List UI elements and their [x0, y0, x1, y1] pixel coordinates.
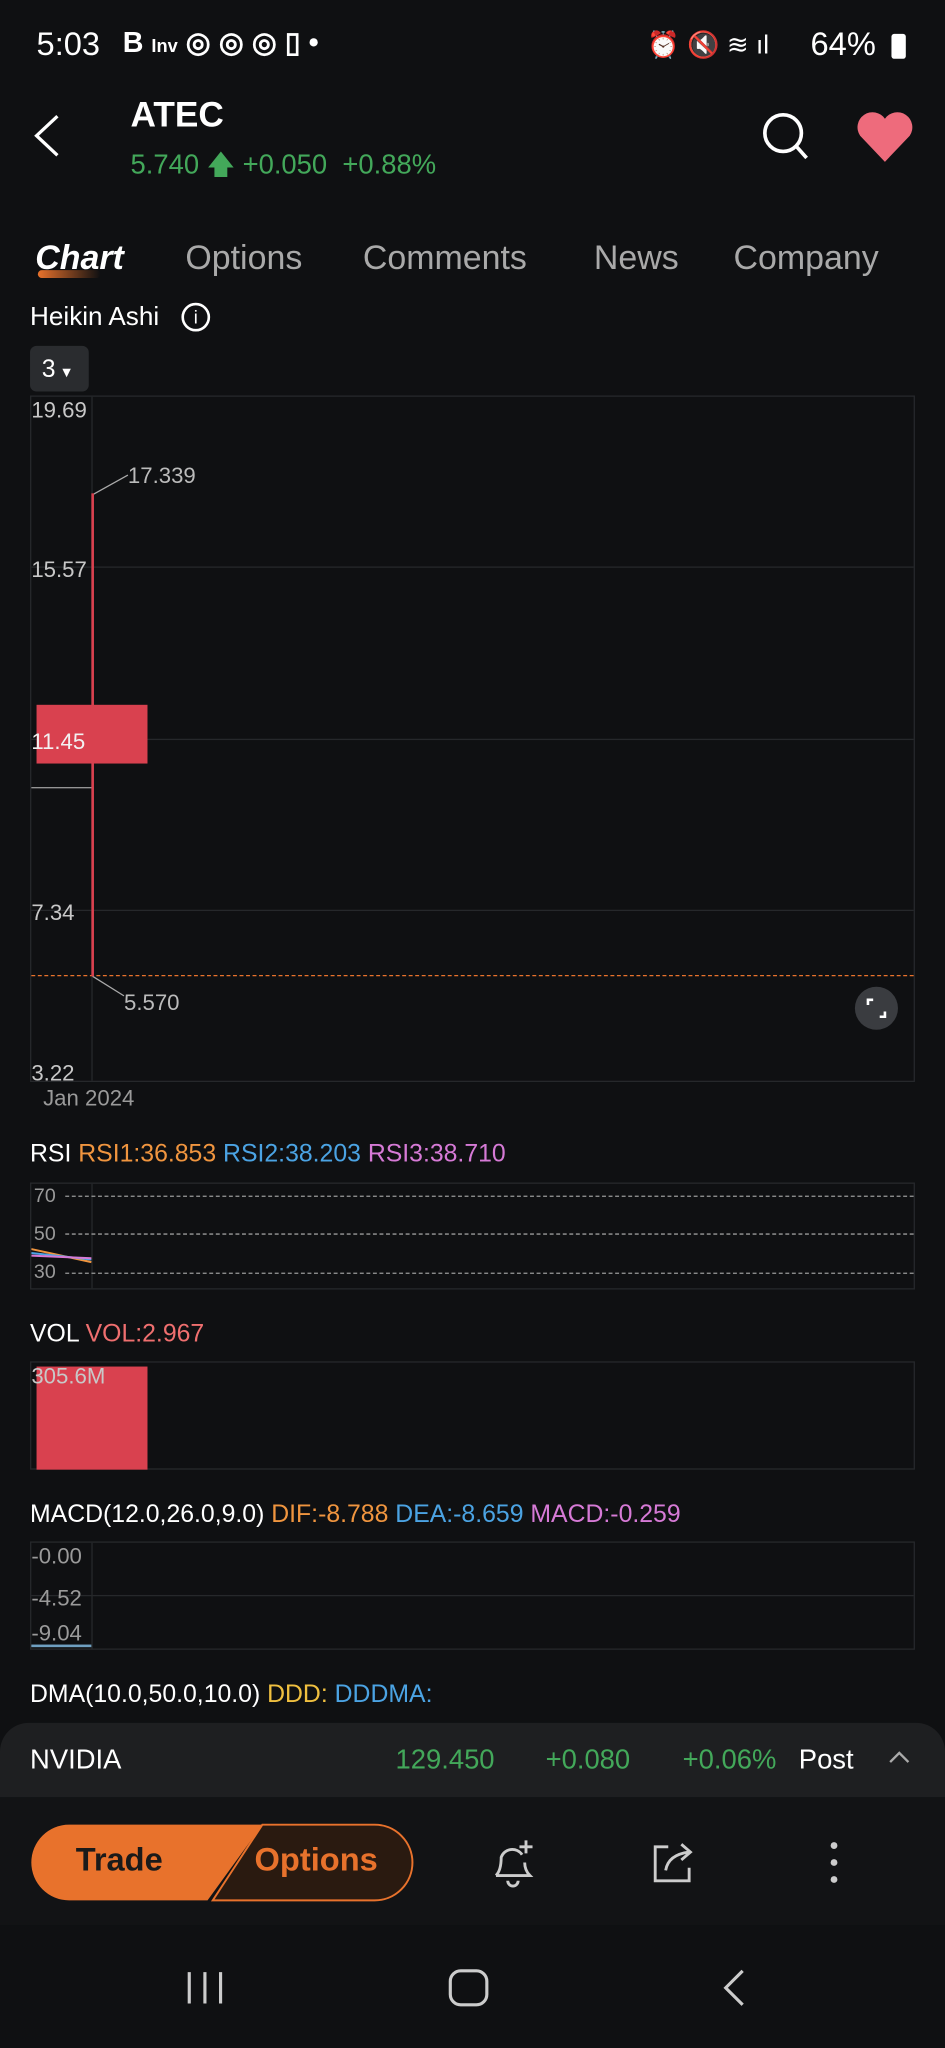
favorite-button[interactable] — [855, 110, 915, 171]
rsi-level: 50 — [33, 1222, 56, 1246]
caret-down-icon: ▼ — [55, 365, 74, 382]
current-price-line — [31, 974, 914, 977]
recent-apps-icon[interactable] — [185, 1970, 224, 2007]
price-change: +0.050 — [242, 150, 328, 181]
y-tick: 19.69 — [31, 398, 87, 423]
period-selector[interactable]: 3 ▼ — [30, 345, 89, 392]
tab-company[interactable]: Company — [734, 238, 879, 278]
add-alert-icon[interactable] — [488, 1836, 538, 1888]
dma-header: DMA(10.0,50.0,10.0) DDD: DDDMA: — [30, 1681, 433, 1709]
rsi-level: 30 — [33, 1260, 56, 1284]
y-tick: 3.22 — [31, 1061, 75, 1086]
home-icon[interactable] — [448, 1968, 490, 2007]
ticker-bar[interactable]: NVIDIA 129.450 +0.080 +0.06% Post — [0, 1722, 945, 1798]
rsi-chart[interactable]: 70 50 30 — [30, 1182, 915, 1290]
rsi-header: RSI RSI1:36.853 RSI2:38.203 RSI3:38.710 — [30, 1140, 506, 1169]
battery-icon — [891, 33, 906, 59]
system-back-icon[interactable] — [720, 1968, 746, 2007]
search-icon — [763, 113, 808, 160]
ticker-change-pct: +0.06% — [682, 1745, 777, 1776]
y-tick: 15.57 — [31, 557, 87, 583]
y-tick: 7.34 — [31, 900, 75, 926]
active-tab-indicator — [37, 270, 101, 279]
rsi3-line — [31, 1254, 92, 1260]
chevron-left-icon — [34, 114, 59, 157]
price-line: 5.740 🡅 +0.050 +0.88% — [131, 146, 437, 192]
rsi-level: 70 — [33, 1185, 56, 1208]
tab-news[interactable]: News — [594, 238, 679, 278]
back-button[interactable] — [29, 111, 68, 161]
expand-icon — [866, 998, 887, 1019]
tab-chart[interactable]: Chart — [35, 238, 124, 279]
battery-level: 64% — [810, 26, 876, 63]
action-bar: Trade Options — [0, 1797, 945, 1926]
high-label: 17.339 — [127, 463, 196, 489]
ticker-price: 129.450 — [395, 1745, 495, 1776]
status-bar: 5:03 B Inv ◎ ◎ ◎ ▯ • ⏰ 🔇 ≋ ıl 64% — [0, 0, 945, 91]
stock-symbol: ATEC — [130, 95, 224, 135]
prev-close-line — [31, 787, 93, 789]
macd-tick: -9.04 — [31, 1621, 82, 1646]
volume-max-label: 305.6M — [31, 1363, 106, 1389]
last-price: 5.740 — [130, 150, 200, 181]
more-options-icon[interactable] — [825, 1839, 843, 1886]
chart-type-label: Heikin Ashi — [30, 302, 160, 332]
macd-tick: -4.52 — [31, 1585, 82, 1611]
notification-icons: B Inv ◎ ◎ ◎ ▯ • — [122, 26, 319, 59]
ticker-session: Post — [798, 1745, 854, 1776]
status-time: 5:03 — [36, 26, 101, 63]
low-label: 5.570 — [123, 990, 180, 1016]
tab-options[interactable]: Options — [185, 238, 302, 278]
options-button[interactable]: Options — [255, 1842, 378, 1880]
ticker-name: NVIDIA — [30, 1745, 122, 1776]
macd-tick: -0.00 — [31, 1544, 82, 1569]
trade-button[interactable]: Trade — [76, 1842, 163, 1880]
system-nav-bar — [0, 1925, 945, 2048]
volume-chart[interactable]: 305.6M — [30, 1361, 915, 1470]
ticker-change: +0.080 — [545, 1745, 631, 1776]
chevron-up-icon[interactable] — [888, 1749, 911, 1765]
info-icon[interactable]: i — [181, 302, 211, 332]
macd-chart[interactable]: -0.00 -4.52 -9.04 — [30, 1541, 915, 1650]
search-button[interactable] — [760, 110, 812, 169]
system-icons: ⏰ 🔇 ≋ ıl — [647, 31, 770, 61]
vol-header: VOL VOL:2.967 — [30, 1320, 205, 1349]
share-icon[interactable] — [650, 1839, 697, 1886]
price-chart[interactable]: 19.69 15.57 11.45 7.34 3.22 17.339 5.570 — [30, 395, 915, 1086]
fullscreen-button[interactable] — [854, 986, 898, 1030]
price-change-pct: +0.88% — [342, 150, 437, 181]
macd-header: MACD(12.0,26.0,9.0) DIF:-8.788 DEA:-8.65… — [30, 1500, 681, 1529]
y-tick: 11.45 — [31, 729, 86, 755]
x-tick: Jan 2024 — [43, 1085, 135, 1111]
arrow-up-icon: 🡅 — [206, 150, 235, 181]
tab-comments[interactable]: Comments — [363, 238, 527, 278]
heart-icon — [857, 112, 913, 162]
